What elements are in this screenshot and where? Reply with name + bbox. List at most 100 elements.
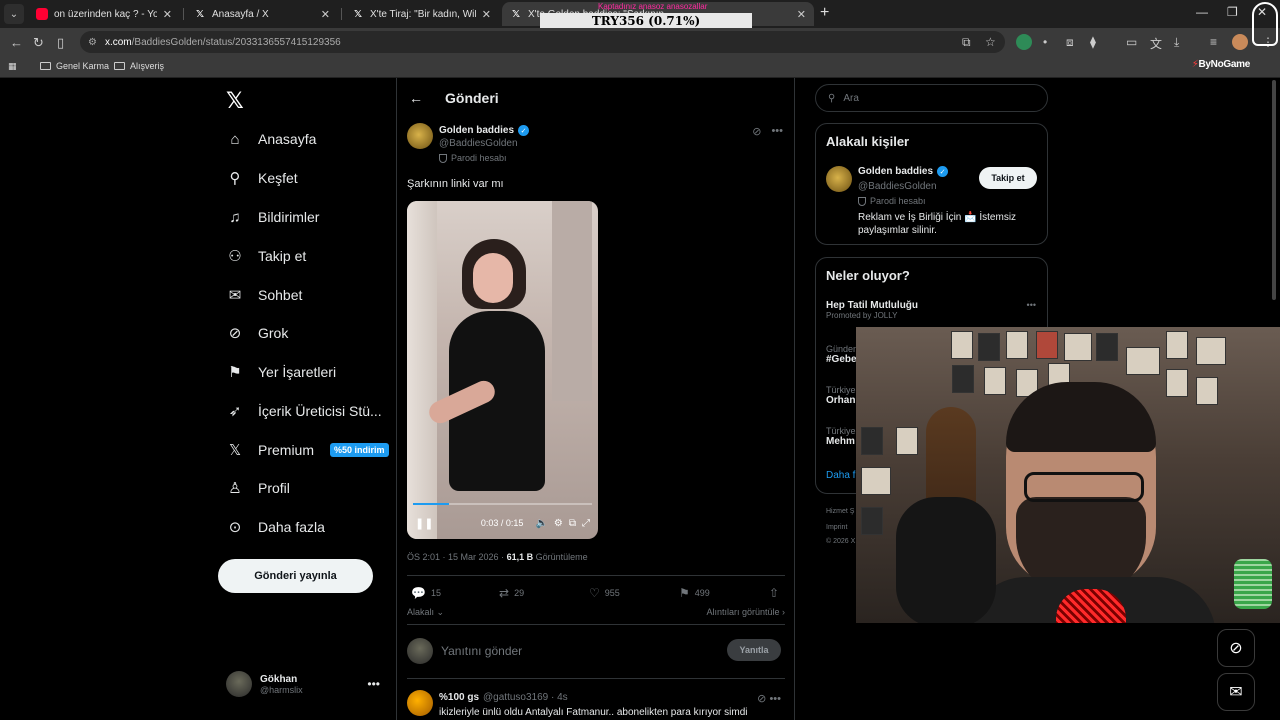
x-logo-icon[interactable]: 𝕏 — [226, 88, 244, 114]
like-button[interactable]: ♡ 955 — [589, 586, 679, 600]
nav-label: İçerik Üreticisi Stü... — [258, 403, 382, 419]
bookmark-label: Alışveriş — [130, 61, 165, 71]
trend-item[interactable]: Türkiye Orhan — [826, 385, 856, 406]
page-scrollbar[interactable] — [1272, 80, 1276, 300]
sidebar-toggle-icon[interactable]: ▯ — [57, 35, 64, 51]
nav-item-explore[interactable]: ⚲ Keşfet — [226, 169, 298, 187]
reply-submit-button[interactable]: Yanıtla — [727, 639, 781, 661]
back-icon[interactable]: ← — [10, 35, 23, 50]
account-switcher[interactable]: Gökhan @harmslix ••• — [226, 671, 386, 697]
reply-input[interactable]: Yanıtını gönder — [441, 644, 522, 658]
star-icon[interactable]: ☆ — [985, 35, 996, 49]
grok-icon[interactable]: ⊘ — [757, 693, 766, 705]
picture-in-picture-icon[interactable]: ⧉ — [569, 518, 576, 529]
tab-search-icon[interactable]: ▭ — [1126, 35, 1137, 49]
nav-item-grok[interactable]: ⊘ Grok — [226, 324, 289, 342]
bookmark-folder-genel-karma[interactable]: Genel Karma — [40, 61, 109, 71]
show-more-link[interactable]: Daha f — [826, 470, 855, 481]
new-tab-button[interactable]: + — [820, 4, 829, 22]
video-player[interactable]: ❚❚ 0:03 / 0:15 🔈 ⚙ ⧉ ⤢ — [407, 201, 598, 539]
fullscreen-icon[interactable]: ⤢ — [582, 518, 590, 529]
follow-button[interactable]: Takip et — [979, 167, 1037, 189]
close-icon[interactable]: ✕ — [482, 8, 491, 21]
nav-item-home[interactable]: ⌂ Anasayfa — [226, 130, 316, 148]
bookmark-folder-alisveris[interactable]: Alışveriş — [114, 61, 164, 71]
pause-icon[interactable]: ❚❚ — [415, 517, 433, 530]
nav-label: Daha fazla — [258, 519, 325, 535]
reply-button[interactable]: 💬 15 — [411, 586, 499, 600]
sort-dropdown[interactable]: Alakalı ⌄ — [407, 607, 444, 617]
share-button[interactable]: ⇧ — [769, 586, 779, 600]
nav-label: Premium — [258, 442, 315, 458]
minimize-icon[interactable]: — — [1196, 5, 1208, 19]
wall-poster — [978, 333, 1000, 361]
brand-text: ByNoGame — [1198, 59, 1250, 70]
close-icon[interactable]: ✕ — [797, 8, 806, 21]
nav-item-notifications[interactable]: ♫ Bildirimler — [226, 208, 319, 226]
close-icon[interactable]: ✕ — [321, 8, 330, 21]
close-icon[interactable]: ✕ — [163, 8, 172, 21]
nav-item-creator-studio[interactable]: ➶ İçerik Üreticisi Stü... — [226, 402, 382, 420]
video-progress-bar[interactable] — [413, 503, 592, 505]
nav-label: Profil — [258, 480, 290, 496]
reload-icon[interactable]: ↻ — [33, 35, 44, 51]
back-arrow-icon[interactable]: ← — [409, 90, 423, 106]
related-person-handle[interactable]: @BaddiesGolden — [858, 181, 937, 192]
wall-poster — [984, 367, 1006, 395]
x-icon: 𝕏 — [228, 442, 242, 459]
post-meta: ÖS 2:01 · 15 Mar 2026 · 61,1 B Görüntüle… — [407, 552, 588, 562]
url-field[interactable]: ⚙ x.com /BaddiesGolden/status/2033136557… — [80, 31, 1005, 53]
quotes-label: Alıntıları görüntüle — [706, 607, 780, 617]
green-jar — [1234, 559, 1272, 609]
extension-dot-icon[interactable]: • — [1043, 35, 1047, 49]
tab-x-tiraj[interactable]: 𝕏 X'te Tiraj: "Bir kadın, WiFi kutus... … — [344, 2, 499, 26]
repost-button[interactable]: ⇄ 29 — [499, 586, 589, 600]
bookmark-button[interactable]: ⚑ 499 — [679, 586, 769, 600]
avatar[interactable] — [407, 690, 433, 716]
translate-page-icon[interactable]: 文 — [1150, 35, 1162, 52]
more-dots-icon[interactable]: ••• — [771, 125, 783, 138]
messages-floating-button[interactable]: ✉ — [1217, 673, 1255, 711]
trend-item[interactable]: Türkiye Mehm — [826, 426, 856, 447]
download-icon[interactable]: ⤓ — [1174, 35, 1179, 50]
settings-icon[interactable]: ⚙ — [554, 518, 563, 529]
translate-icon[interactable]: ⧈ — [1066, 35, 1074, 50]
author-handle[interactable]: @BaddiesGolden — [439, 138, 518, 149]
grok-floating-button[interactable]: ⊘ — [1217, 629, 1255, 667]
footer-link[interactable]: Hizmet Ş — [826, 508, 854, 515]
nav-item-chat[interactable]: ✉ Sohbet — [226, 286, 303, 304]
related-person-name[interactable]: Golden baddies ✓ — [858, 166, 949, 177]
nav-item-profile[interactable]: ♙ Profil — [226, 479, 290, 497]
volume-icon[interactable]: 🔈 — [535, 518, 547, 529]
tab-search-menu-button[interactable]: ⌄ — [4, 4, 24, 24]
reply-author-name[interactable]: %100 gs — [439, 692, 479, 703]
grok-icon[interactable]: ⊘ — [752, 125, 761, 138]
nav-item-follow[interactable]: ⚇ Takip et — [226, 247, 306, 265]
footer-link[interactable]: Imprint — [826, 524, 847, 531]
tab-youtube[interactable]: on üzerinden kaç ? - YouTube ✕ — [28, 2, 180, 26]
profile-avatar-icon[interactable] — [1232, 34, 1248, 50]
avatar[interactable] — [407, 123, 433, 149]
puzzle-icon[interactable]: ⧫ — [1090, 35, 1096, 49]
search-input[interactable]: ⚲ Ara — [815, 84, 1048, 112]
extension-icon[interactable] — [1016, 34, 1032, 50]
more-dots-icon[interactable]: ••• — [367, 677, 380, 691]
apps-icon[interactable]: ▦ — [8, 61, 17, 72]
more-dots-icon[interactable]: ••• — [1027, 300, 1036, 310]
nav-item-premium[interactable]: 𝕏 Premium %50 indirim — [226, 441, 389, 459]
post-button[interactable]: Gönderi yayınla — [218, 559, 373, 593]
trend-name: Orhan — [826, 395, 856, 406]
site-info-icon[interactable]: ⚙ — [88, 37, 97, 48]
restore-icon[interactable]: ❐ — [1227, 5, 1238, 19]
author-name[interactable]: Golden baddies ✓ — [439, 125, 530, 136]
view-quotes-link[interactable]: Alıntıları görüntüle › — [706, 607, 785, 617]
post-timestamp[interactable]: ÖS 2:01 · 15 Mar 2026 · — [407, 552, 507, 562]
nav-item-bookmarks[interactable]: ⚑ Yer İşaretleri — [226, 363, 336, 381]
avatar[interactable] — [826, 166, 852, 192]
more-dots-icon[interactable]: ••• — [769, 693, 781, 705]
nav-item-more[interactable]: ⊙ Daha fazla — [226, 518, 325, 536]
trend-item[interactable]: Hep Tatil Mutluluğu Promoted by JOLLY ••… — [826, 300, 1036, 320]
tab-x-home[interactable]: 𝕏 Anasayfa / X ✕ — [186, 2, 338, 26]
cast-icon[interactable]: ⧉ — [962, 35, 971, 50]
media-icon[interactable]: ≡ — [1210, 35, 1217, 49]
